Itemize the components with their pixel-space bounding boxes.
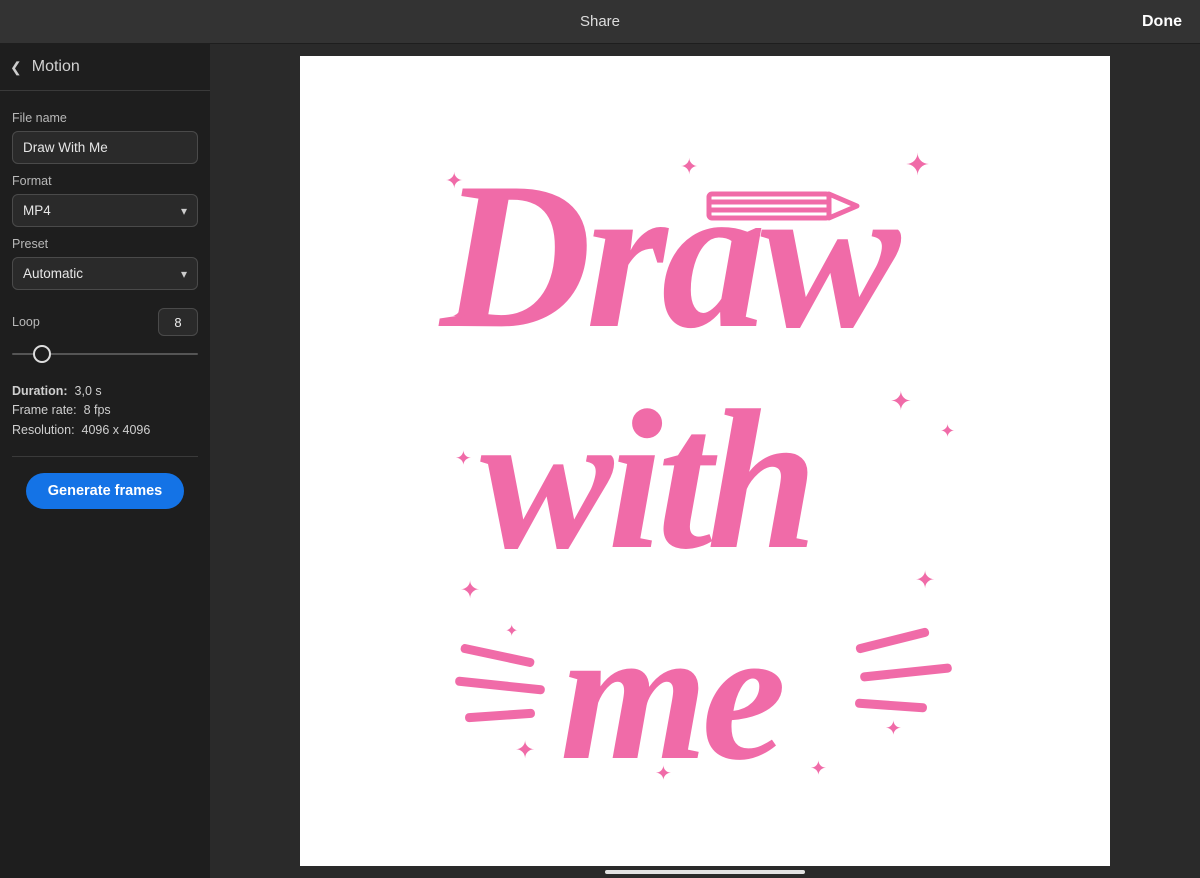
sparkle-icon: ✦ — [890, 386, 912, 417]
sparkle-icon: ✦ — [680, 154, 698, 180]
resolution-label: Resolution: — [12, 423, 75, 437]
ray-decoration — [455, 676, 545, 694]
sparkle-icon: ✦ — [905, 148, 930, 183]
ray-decoration — [855, 698, 927, 712]
file-name-label: File name — [12, 111, 198, 125]
top-bar: Share Done — [0, 0, 1200, 44]
ray-decoration — [465, 709, 535, 723]
preset-label: Preset — [12, 237, 198, 251]
sparkle-icon: ✦ — [885, 716, 902, 741]
artwork-word-1: Draw — [440, 136, 894, 377]
canvas-area: Draw with me ✦ ✦ ✦ ✦ ✦ ✦ ✦ ✦ ✦ ✦ ✦ ✦ ✦ ✦ — [210, 44, 1200, 878]
topbar-title: Share — [580, 13, 620, 30]
format-select[interactable]: MP4 ▾ — [12, 194, 198, 227]
sparkle-icon: ✦ — [505, 621, 518, 641]
format-value: MP4 — [23, 203, 51, 218]
export-sidebar: ❮ Motion File name Format MP4 ▾ Preset A… — [0, 44, 210, 878]
artwork-canvas: Draw with me ✦ ✦ ✦ ✦ ✦ ✦ ✦ ✦ ✦ ✦ ✦ ✦ ✦ ✦ — [300, 56, 1110, 866]
loop-label: Loop — [12, 315, 40, 329]
export-meta: Duration: 3,0 s Frame rate: 8 fps Resolu… — [12, 382, 198, 440]
loop-slider[interactable] — [12, 344, 198, 364]
sparkle-icon: ✦ — [940, 421, 955, 442]
duration-value: 3,0 s — [75, 384, 102, 398]
sparkle-icon: ✦ — [445, 168, 463, 194]
sparkle-icon: ✦ — [452, 306, 467, 327]
sparkle-icon: ✦ — [455, 446, 472, 471]
ray-decoration — [860, 663, 952, 682]
chevron-left-icon: ❮ — [10, 59, 22, 76]
framerate-value: 8 fps — [84, 403, 111, 417]
sparkle-icon: ✦ — [810, 756, 827, 781]
loop-value-input[interactable] — [158, 308, 198, 336]
chevron-down-icon: ▾ — [181, 267, 187, 281]
panel-title: Motion — [32, 58, 80, 76]
framerate-label: Frame rate: — [12, 403, 77, 417]
panel-body: File name Format MP4 ▾ Preset Automatic … — [0, 91, 210, 509]
slider-thumb[interactable] — [33, 345, 51, 363]
format-label: Format — [12, 174, 198, 188]
sparkle-icon: ✦ — [460, 576, 480, 605]
artwork-word-2: with — [480, 366, 812, 595]
sparkle-icon: ✦ — [915, 566, 935, 595]
sparkle-icon: ✦ — [515, 736, 535, 765]
resolution-value: 4096 x 4096 — [82, 423, 151, 437]
preset-value: Automatic — [23, 266, 83, 281]
artwork: Draw with me ✦ ✦ ✦ ✦ ✦ ✦ ✦ ✦ ✦ ✦ ✦ ✦ ✦ ✦ — [300, 56, 1110, 866]
duration-label: Duration: — [12, 384, 68, 398]
sparkle-icon: ✦ — [655, 761, 672, 786]
file-name-input[interactable] — [12, 131, 198, 164]
chevron-down-icon: ▾ — [181, 204, 187, 218]
preset-select[interactable]: Automatic ▾ — [12, 257, 198, 290]
loop-row: Loop — [12, 308, 198, 336]
generate-frames-button[interactable]: Generate frames — [26, 473, 184, 509]
ray-decoration — [855, 627, 930, 654]
divider — [12, 456, 198, 457]
home-indicator — [605, 870, 805, 874]
panel-back-header[interactable]: ❮ Motion — [0, 44, 210, 91]
done-button[interactable]: Done — [1142, 0, 1182, 44]
main-region: ❮ Motion File name Format MP4 ▾ Preset A… — [0, 44, 1200, 878]
ray-decoration — [460, 643, 535, 667]
